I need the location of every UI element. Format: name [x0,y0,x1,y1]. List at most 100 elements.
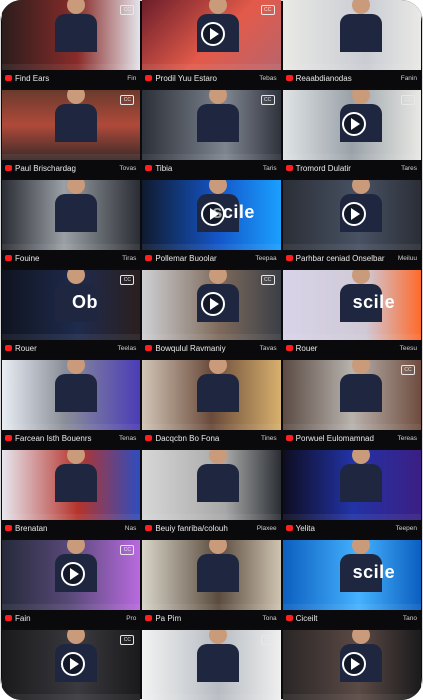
video-tile[interactable]: CC Bowqulul Ravmaniy Tavas [142,270,281,358]
video-caption-bar[interactable]: Yelita Teepen [282,520,421,538]
play-icon[interactable] [341,111,366,136]
video-caption-bar[interactable]: Parhbar ceniad Onselbar Meiluu [282,250,421,268]
video-meta: Tebas [259,75,277,82]
play-icon[interactable] [61,651,86,676]
video-title[interactable]: Brenatan [15,524,47,533]
video-title[interactable]: Paul Brischardag [15,164,76,173]
video-title[interactable]: Farcean Isth Bouenrs [15,434,91,443]
video-title[interactable]: Dacqcbn Bo Fona [155,434,219,443]
video-title[interactable]: Rouer [15,344,37,353]
video-tile[interactable]: Yelita Teepen [282,450,421,538]
video-title[interactable]: Pollemar Buoolar [155,254,216,263]
closed-captions-icon: CC [120,545,135,555]
video-meta: Tares [401,165,417,172]
video-tile[interactable]: CC Tromord Dulatir Tares [282,90,421,178]
video-tile[interactable]: CC [2,630,141,700]
video-tile[interactable]: CC Find Ears Fin [2,0,141,88]
video-meta: Fanin [400,75,417,82]
video-caption-bar[interactable]: Beuiy fanriba/colouh Plaxee [142,520,281,538]
video-title[interactable]: Bowqulul Ravmaniy [155,344,225,353]
body-icon [55,464,97,502]
youtube-icon [145,255,153,261]
video-tile[interactable]: Brenatan Nas [2,450,141,538]
video-title[interactable]: Porwuel Eulomamnad [296,434,374,443]
video-tile[interactable]: Dacqcbn Bo Fona Tines [142,360,281,448]
video-thumbnail [2,180,141,250]
presenter-figure [47,0,107,52]
presenter-figure [47,90,107,142]
video-thumbnail [282,180,421,250]
video-thumbnail: CC [142,0,281,70]
video-tile[interactable]: Farcean Isth Bouenrs Tenas [2,360,141,448]
video-tile[interactable]: CCPivoTies [142,630,281,700]
video-tile[interactable]: Reaabdianodas Fanin [282,0,421,88]
video-title[interactable]: Tromord Dulatir [296,164,351,173]
video-tile[interactable]: scile Ciceilt Tano [282,540,421,628]
video-title[interactable]: Parhbar ceniad Onselbar [296,254,385,263]
body-icon [197,554,240,592]
video-caption-bar[interactable]: Brenatan Nas [2,520,141,538]
closed-captions-icon: CC [120,275,135,285]
video-title[interactable]: Fouine [15,254,39,263]
video-tile[interactable]: scile Rouer Teesu [282,270,421,358]
play-icon[interactable] [201,21,226,46]
video-thumbnail [282,450,421,520]
youtube-icon [285,345,293,351]
video-caption-bar[interactable]: Rouer Teesu [282,340,421,358]
video-tile[interactable]: Ob CC Rouer Teelas [2,270,141,358]
video-title[interactable]: Prodil Yuu Estaro [155,74,217,83]
video-tile[interactable]: CC Fain Pro [2,540,141,628]
video-title[interactable]: Find Ears [15,74,49,83]
video-caption-bar[interactable]: Farcean Isth Bouenrs Tenas [2,430,141,448]
video-title[interactable]: Beuiy fanriba/colouh [155,524,228,533]
play-icon[interactable] [341,201,366,226]
video-caption-bar[interactable]: Prodil Yuu Estaro Tebas [142,70,281,88]
play-icon[interactable] [201,201,226,226]
video-title[interactable]: Fain [15,614,31,623]
video-title[interactable]: Reaabdianodas [296,74,352,83]
video-caption-bar[interactable]: Fouine Tiras [2,250,141,268]
video-title[interactable]: Tibia [155,164,172,173]
video-tile[interactable]: Pavedo BoinDou [282,630,421,700]
play-icon[interactable] [201,291,226,316]
video-title[interactable]: Ciceilt [296,614,318,623]
video-title[interactable]: Rouer [296,344,318,353]
video-caption-bar[interactable]: Porwuel Eulomamnad Tereas [282,430,421,448]
video-title[interactable]: Pa Pim [155,614,181,623]
video-tile[interactable]: CC Tibia Taris [142,90,281,178]
play-icon[interactable] [341,651,366,676]
video-tile[interactable]: Parhbar ceniad Onselbar Meiluu [282,180,421,268]
video-caption-bar[interactable]: Dacqcbn Bo Fona Tines [142,430,281,448]
video-caption-bar[interactable]: Pollemar Buoolar Teepaa [142,250,281,268]
video-tile[interactable]: Fouine Tiras [2,180,141,268]
video-tile[interactable]: scile Pollemar Buoolar Teepaa [142,180,281,268]
video-thumbnail: CC [282,90,421,160]
video-caption-bar[interactable]: Tibia Taris [142,160,281,178]
youtube-icon [285,165,293,171]
video-caption-bar[interactable]: Bowqulul Ravmaniy Tavas [142,340,281,358]
video-caption-bar[interactable]: Rouer Teelas [2,340,141,358]
video-meta: Plaxee [256,525,277,532]
video-caption-bar[interactable]: Ciceilt Tano [282,610,421,628]
video-caption-bar[interactable]: Tromord Dulatir Tares [282,160,421,178]
video-caption-bar[interactable]: Reaabdianodas Fanin [282,70,421,88]
video-meta: Teelas [117,345,137,352]
video-caption-bar[interactable]: Fain Pro [2,610,141,628]
youtube-icon [145,75,153,81]
play-icon[interactable] [61,561,86,586]
youtube-icon [5,615,12,621]
video-tile[interactable]: Beuiy fanriba/colouh Plaxee [142,450,281,538]
video-tile[interactable]: CC Paul Brischardag Tovas [2,90,141,178]
video-caption-bar[interactable]: Find Ears Fin [2,70,141,88]
video-caption-bar[interactable]: Paul Brischardag Tovas [2,160,141,178]
video-title[interactable]: Yelita [296,524,315,533]
video-tile[interactable]: CC Porwuel Eulomamnad Tereas [282,360,421,448]
video-tile[interactable]: Pa Pim Tona [142,540,281,628]
body-icon [197,104,240,142]
video-tile[interactable]: CC Prodil Yuu Estaro Tebas [142,0,281,88]
video-caption-bar[interactable]: Pa Pim Tona [142,610,281,628]
video-meta: Pro [126,615,137,622]
video-thumbnail: CC [2,90,141,160]
screen-label: scile [352,292,396,312]
body-icon [197,644,240,682]
